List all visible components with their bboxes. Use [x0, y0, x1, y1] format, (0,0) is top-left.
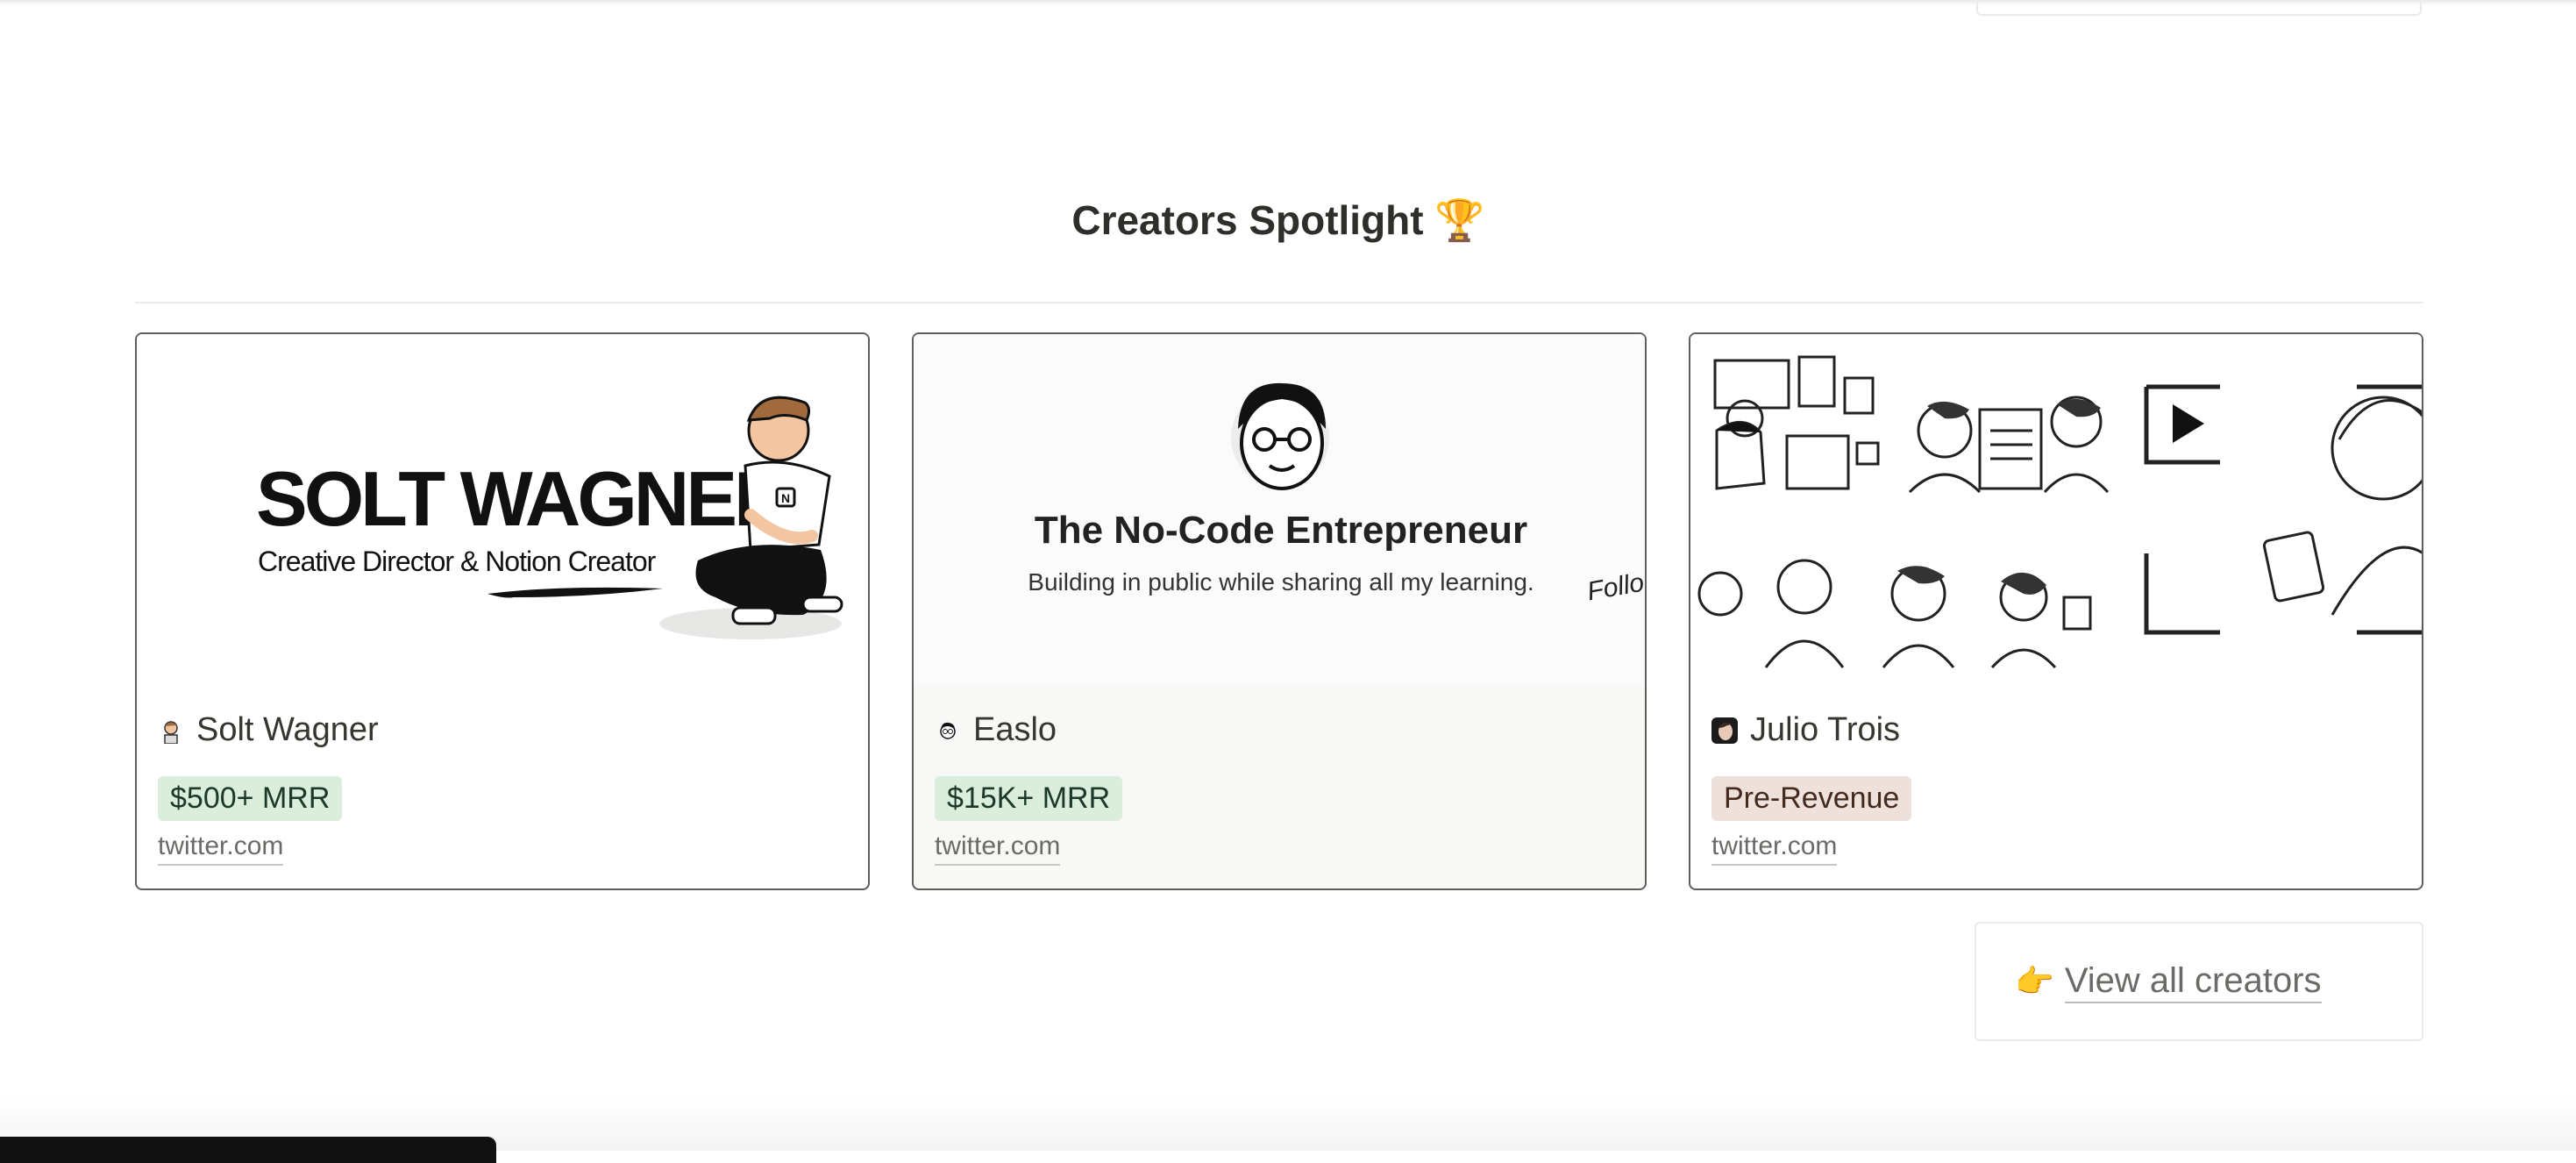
- section-title: Creators Spotlight 🏆: [1071, 197, 1485, 243]
- cover-subtitle: Creative Director & Notion Creator: [258, 546, 657, 577]
- creator-card-easlo[interactable]: The No-Code Entrepreneur Building in pub…: [912, 332, 1647, 890]
- revenue-badge: $15K+ MRR: [935, 776, 1123, 821]
- cover-title: SOLT WAGNER: [256, 455, 788, 542]
- pointing-hand-icon: 👉: [2015, 963, 2054, 999]
- previous-callout-edge: [1976, 0, 2422, 16]
- cover-illustration: SOLT WAGNER Creative Director & Notion C…: [256, 396, 843, 639]
- cover-subtitle: Building in public while sharing all my …: [1028, 568, 1534, 596]
- view-all-creators-link[interactable]: View all creators: [2064, 960, 2322, 1003]
- revenue-badge: Pre-Revenue: [1711, 776, 1912, 821]
- creator-card-solt-wagner[interactable]: SOLT WAGNER Creative Director & Notion C…: [135, 332, 870, 890]
- avatar: [158, 717, 184, 744]
- avatar: [1711, 717, 1738, 744]
- signature-swoosh: [487, 587, 663, 598]
- card-title-row: Easlo: [935, 711, 1057, 749]
- cover-illustration: [1690, 334, 2422, 683]
- revenue-badge: $500+ MRR: [158, 776, 343, 821]
- link-status-tooltip: [0, 1137, 496, 1163]
- svg-text:N: N: [781, 491, 790, 505]
- twitter-link[interactable]: twitter.com: [1711, 829, 1838, 866]
- card-title-row: Julio Trois: [1711, 711, 1900, 749]
- creator-card-julio-trois[interactable]: Julio Trois Pre-Revenue twitter.com: [1689, 332, 2423, 890]
- avatar: [935, 717, 961, 744]
- section-divider: [135, 302, 2423, 303]
- view-all-creators-callout[interactable]: 👉 View all creators: [1975, 922, 2423, 1041]
- hair: [746, 396, 811, 422]
- card-cover: SOLT WAGNER Creative Director & Notion C…: [137, 334, 868, 683]
- twitter-link[interactable]: twitter.com: [935, 829, 1061, 866]
- card-title-row: Solt Wagner: [158, 711, 379, 749]
- creator-name: Julio Trois: [1750, 711, 1901, 748]
- card-cover: The No-Code Entrepreneur Building in pub…: [914, 334, 1645, 683]
- creator-name: Easlo: [973, 711, 1057, 748]
- cover-illustration: The No-Code Entrepreneur Building in pub…: [914, 334, 1645, 683]
- cover-title: The No-Code Entrepreneur: [1035, 509, 1527, 552]
- creator-name: Solt Wagner: [196, 711, 379, 748]
- twitter-link[interactable]: twitter.com: [158, 829, 284, 866]
- card-cover: [1690, 334, 2422, 683]
